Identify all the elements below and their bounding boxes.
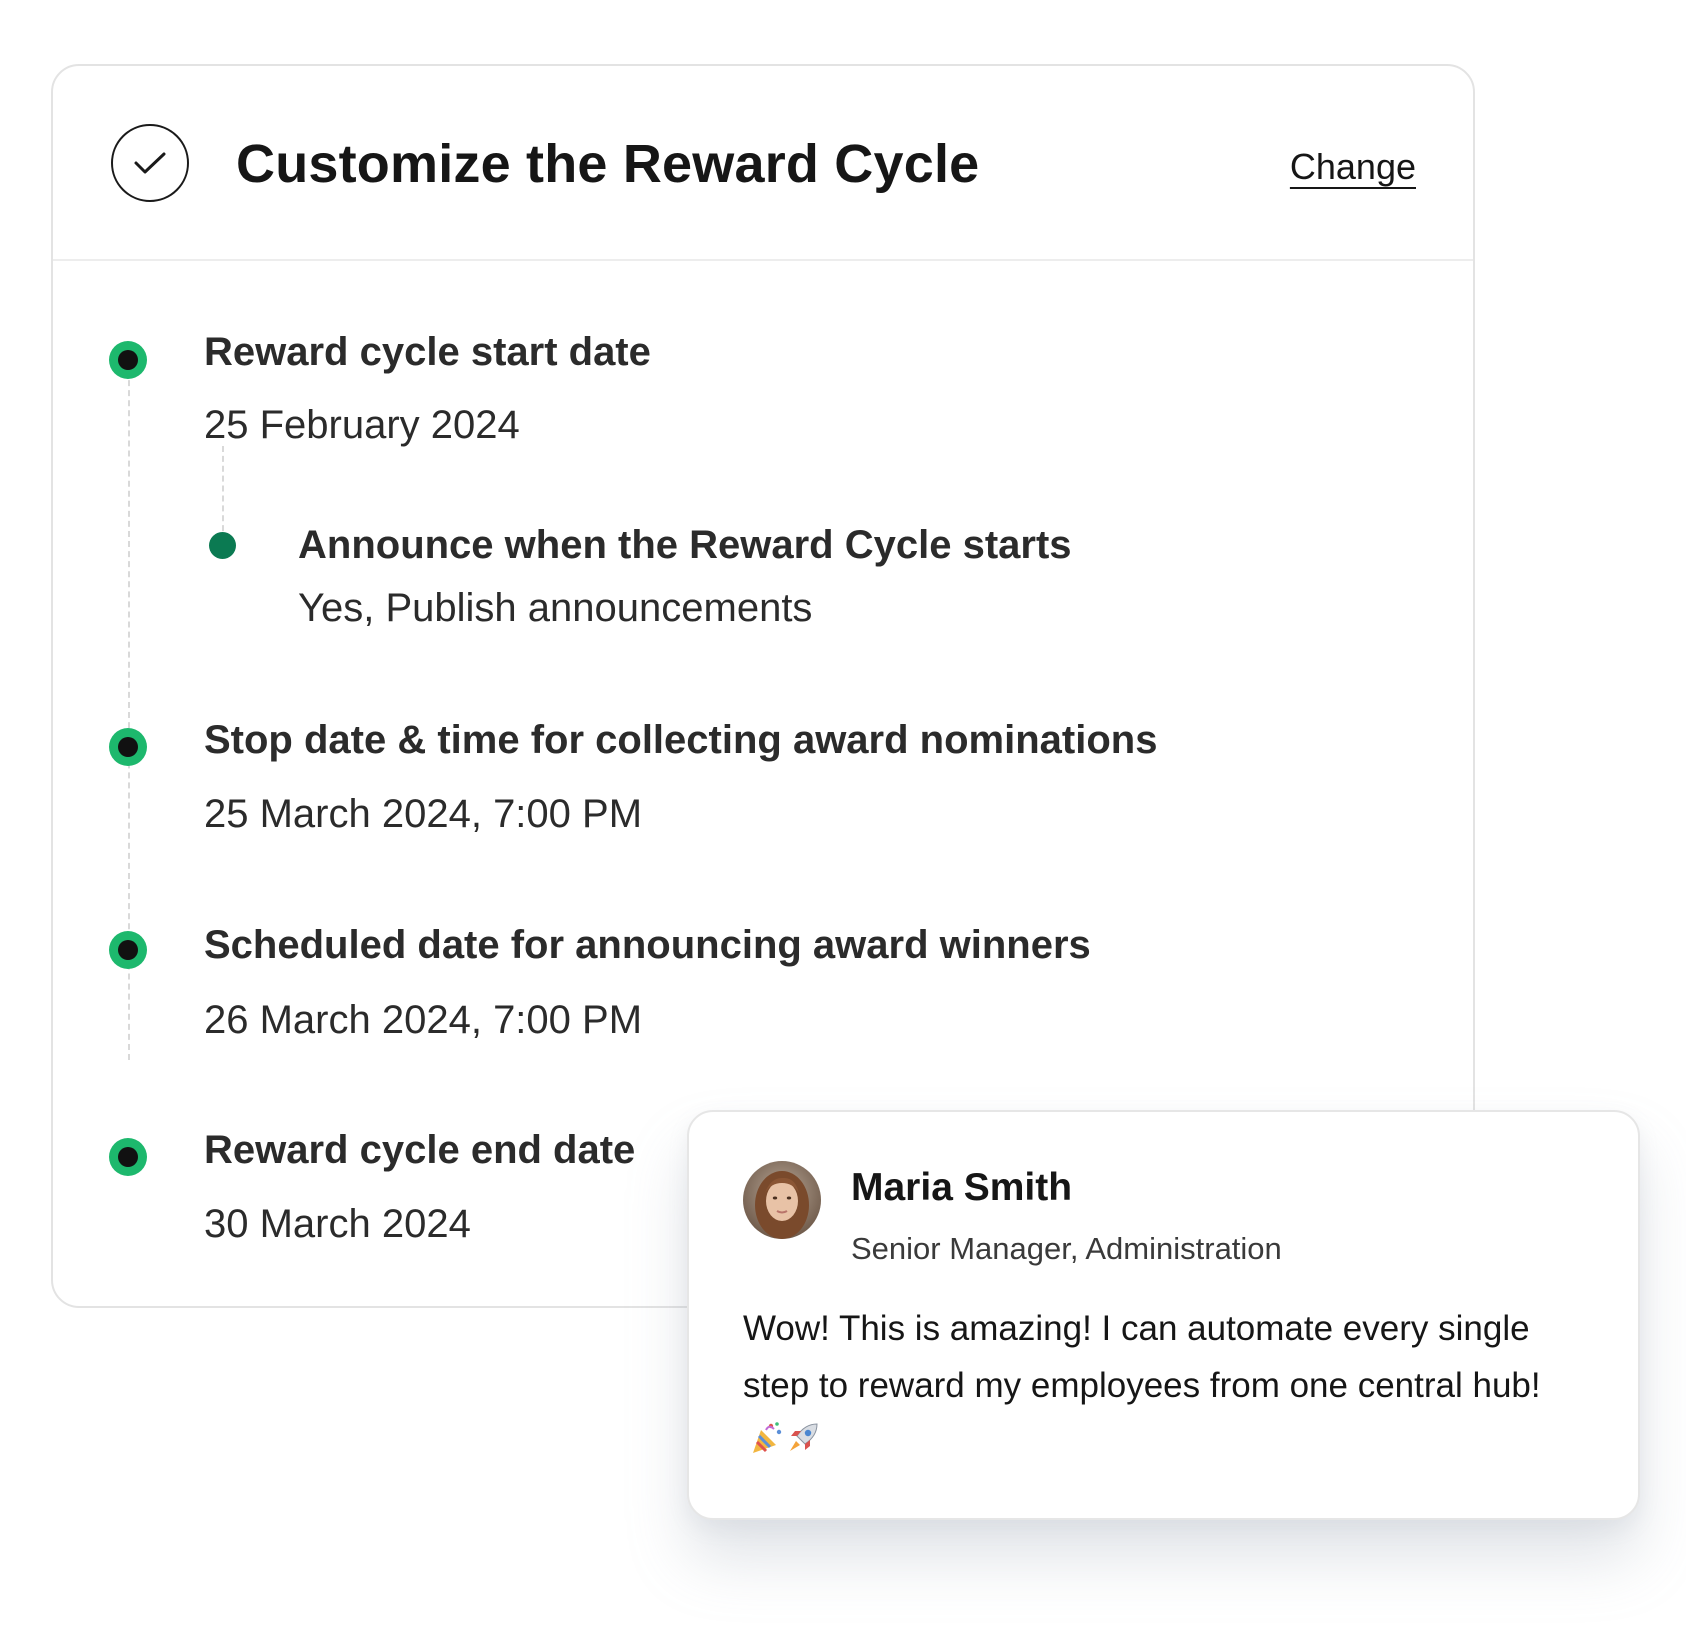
sub-step-connector [222,446,224,541]
testimonial-quote-text: Wow! This is amazing! I can automate eve… [743,1309,1541,1405]
sub-step-label: Announce when the Reward Cycle starts [298,523,1072,567]
timeline-dot-stop-nominations [109,728,147,766]
testimonial-quote: Wow! This is amazing! I can automate eve… [743,1300,1573,1473]
sub-step-dot [209,532,236,559]
step-value-stop-nominations: 25 March 2024, 7:00 PM [204,792,643,836]
timeline-dot-start [109,341,147,379]
testimonial-role: Senior Manager, Administration [851,1231,1282,1266]
testimonial-card: Maria Smith Senior Manager, Administrati… [687,1110,1640,1520]
change-link[interactable]: Change [1290,146,1416,188]
sub-step-value: Yes, Publish announcements [298,586,813,630]
step-label-end-date: Reward cycle end date [204,1128,636,1172]
rocket-icon [785,1416,821,1473]
step-label-start-date: Reward cycle start date [204,330,651,374]
step-label-stop-nominations: Stop date & time for collecting award no… [204,718,1158,762]
step-value-announce-winners: 26 March 2024, 7:00 PM [204,998,643,1042]
check-circle-icon [111,124,189,202]
step-label-announce-winners: Scheduled date for announcing award winn… [204,923,1091,967]
party-popper-icon [749,1416,785,1473]
step-value-start-date: 25 February 2024 [204,403,520,447]
avatar [743,1161,821,1239]
card-title: Customize the Reward Cycle [236,134,980,194]
timeline-dot-end-date [109,1138,147,1176]
step-value-end-date: 30 March 2024 [204,1202,471,1246]
testimonial-name: Maria Smith [851,1166,1073,1209]
card-header: Customize the Reward Cycle Change [53,66,1473,261]
timeline-dot-announce-winners [109,931,147,969]
